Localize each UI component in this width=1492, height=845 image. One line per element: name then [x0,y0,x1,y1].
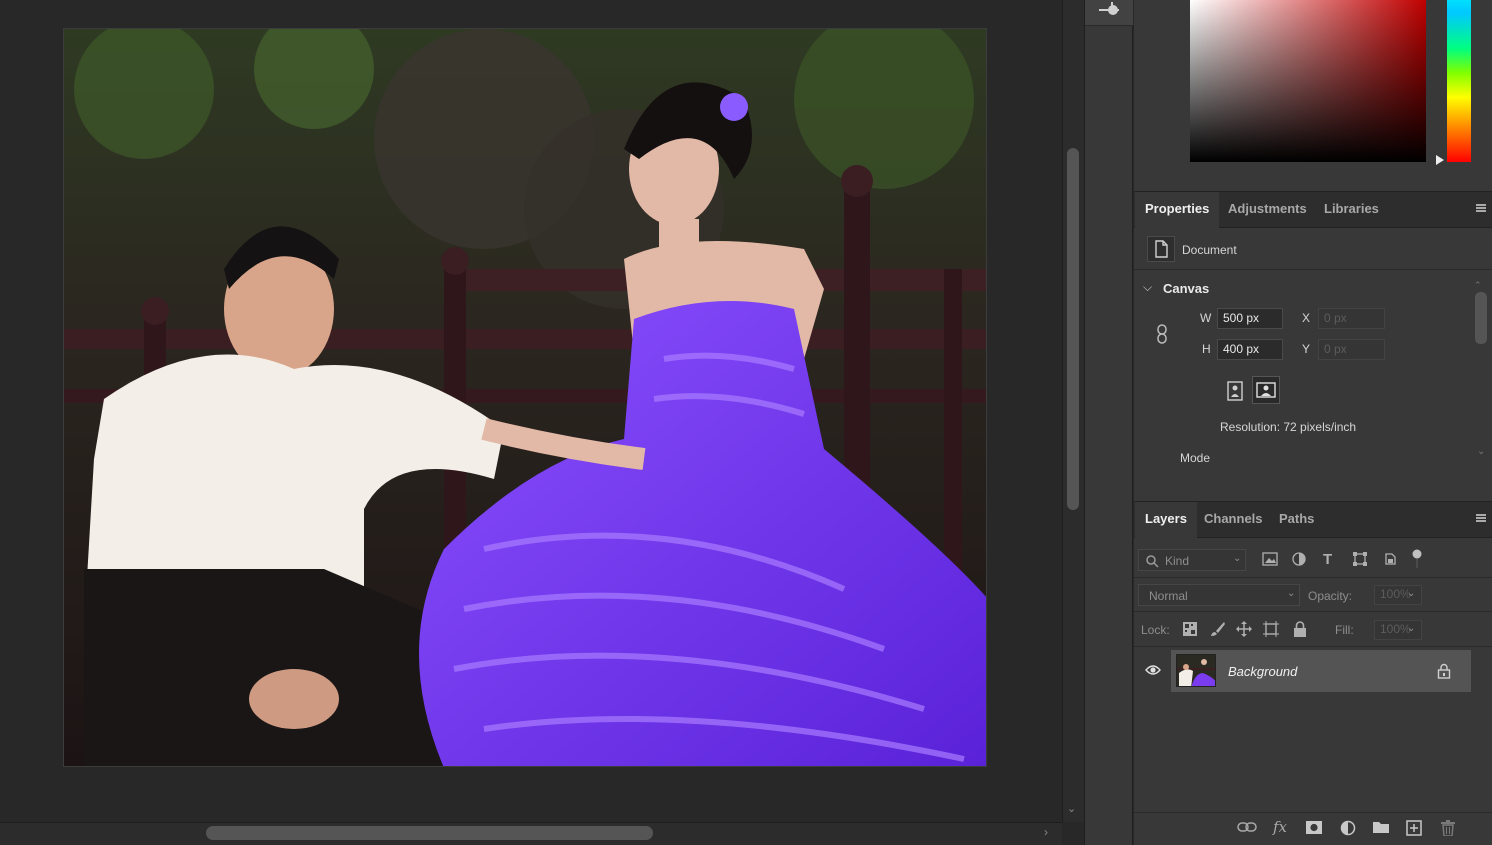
scroll-down-icon[interactable]: ⌄ [1067,802,1076,815]
height-field[interactable]: 400 px [1217,339,1283,360]
lock-position-icon[interactable] [1236,621,1252,640]
new-adjustment-layer-icon[interactable] [1340,820,1356,839]
mode-label[interactable]: Mode [1180,451,1210,465]
scroll-right-icon[interactable]: › [1044,825,1048,839]
fill-label: Fill: [1335,623,1354,637]
link-dimensions-icon[interactable] [1156,324,1168,347]
divider [1134,611,1492,612]
lock-transparent-pixels-icon[interactable] [1183,622,1197,639]
layer-row[interactable]: Background [1134,650,1471,692]
layers-tab-bar: Layers Channels Paths [1134,501,1492,538]
scroll-up-icon[interactable]: ⌃ [1474,280,1484,290]
tab-properties[interactable]: Properties [1135,192,1220,228]
eye-visibility-icon[interactable] [1145,664,1161,679]
panel-menu-icon[interactable] [1476,204,1486,212]
x-field[interactable]: 0 px [1318,308,1385,329]
hue-slider[interactable] [1447,0,1471,162]
shape-filter-icon[interactable] [1352,552,1368,569]
vertical-scrollbar[interactable]: ⌄ [1062,0,1084,822]
document-canvas-area[interactable] [0,0,1062,822]
tab-libraries[interactable]: Libraries [1314,192,1389,228]
layers-menu-icon[interactable] [1476,514,1486,522]
layer-filter-select[interactable]: Kind ⌄ [1138,549,1246,571]
canvas-section-title[interactable]: Canvas [1163,281,1209,296]
y-field[interactable]: 0 px [1318,339,1385,360]
divider [1134,646,1492,647]
panel-dock-strip [1084,0,1133,845]
y-label: Y [1302,342,1311,356]
tab-paths[interactable]: Paths [1269,502,1324,538]
lock-label: Lock: [1141,623,1170,637]
new-layer-icon[interactable] [1406,820,1422,839]
layer-style-fx-icon[interactable]: fx [1273,818,1287,836]
width-field[interactable]: 500 px [1217,308,1283,329]
vertical-scroll-thumb[interactable] [1067,148,1079,510]
lock-all-icon[interactable] [1293,621,1307,640]
divider [1134,269,1492,270]
document-label: Document [1182,243,1237,257]
document-icon [1147,236,1175,262]
fill-dropdown-icon[interactable]: ⌄ [1407,623,1415,634]
document-image[interactable] [63,28,987,767]
photo-illustration [64,29,986,766]
properties-tab-bar: Properties Adjustments Libraries [1134,191,1492,228]
filter-kind-text: Kind [1165,554,1190,568]
smart-object-filter-icon[interactable] [1383,552,1397,569]
blend-mode-select[interactable]: Normal ⌄ [1138,584,1300,606]
pixel-filter-icon[interactable] [1262,552,1278,569]
layer-thumbnail [1176,654,1216,687]
right-panel: Properties Adjustments Libraries Documen… [1134,0,1492,845]
filter-toggle-icon[interactable] [1412,549,1422,572]
type-filter-icon[interactable]: T [1323,551,1332,568]
brush-settings-icon [1099,2,1119,15]
adjust-panel-button[interactable] [1085,0,1133,26]
search-icon [1146,555,1159,568]
chevron-down-icon: ⌄ [1233,553,1242,564]
chevron-down-icon: ⌄ [1287,588,1296,599]
hue-slider-marker[interactable] [1436,155,1444,165]
link-layers-icon[interactable] [1237,821,1257,836]
layer-row-highlight[interactable] [1171,650,1471,692]
new-group-folder-icon[interactable] [1372,820,1390,837]
properties-scroll-thumb[interactable] [1475,292,1487,344]
x-label: X [1302,311,1311,325]
resolution-text: Resolution: 72 pixels/inch [1220,420,1357,434]
horizontal-scroll-thumb[interactable] [206,826,653,840]
layer-lock-icon[interactable] [1437,663,1451,682]
chevron-down-icon[interactable]: ⌵ [1143,280,1152,295]
adjustment-filter-icon[interactable] [1292,552,1306,569]
divider [1134,812,1492,813]
blend-mode-value: Normal [1149,589,1188,603]
width-label: W [1200,311,1212,325]
color-field[interactable] [1190,0,1426,162]
add-mask-icon[interactable] [1306,821,1322,837]
scroll-down-icon-properties[interactable]: ⌄ [1477,446,1485,457]
layer-name[interactable]: Background [1228,664,1297,679]
opacity-label: Opacity: [1308,589,1353,603]
lock-image-pixels-icon[interactable] [1210,621,1226,640]
landscape-orientation-button[interactable] [1252,376,1280,404]
height-label: H [1202,342,1211,356]
opacity-dropdown-icon[interactable]: ⌄ [1407,588,1415,599]
tab-layers[interactable]: Layers [1135,502,1197,538]
portrait-orientation-button[interactable] [1222,378,1248,404]
horizontal-scrollbar[interactable]: › [0,822,1062,845]
delete-layer-trash-icon[interactable] [1441,820,1455,839]
tab-channels[interactable]: Channels [1194,502,1273,538]
divider [1134,577,1492,578]
lock-artboard-icon[interactable] [1263,621,1279,640]
tab-adjustments[interactable]: Adjustments [1218,192,1317,228]
